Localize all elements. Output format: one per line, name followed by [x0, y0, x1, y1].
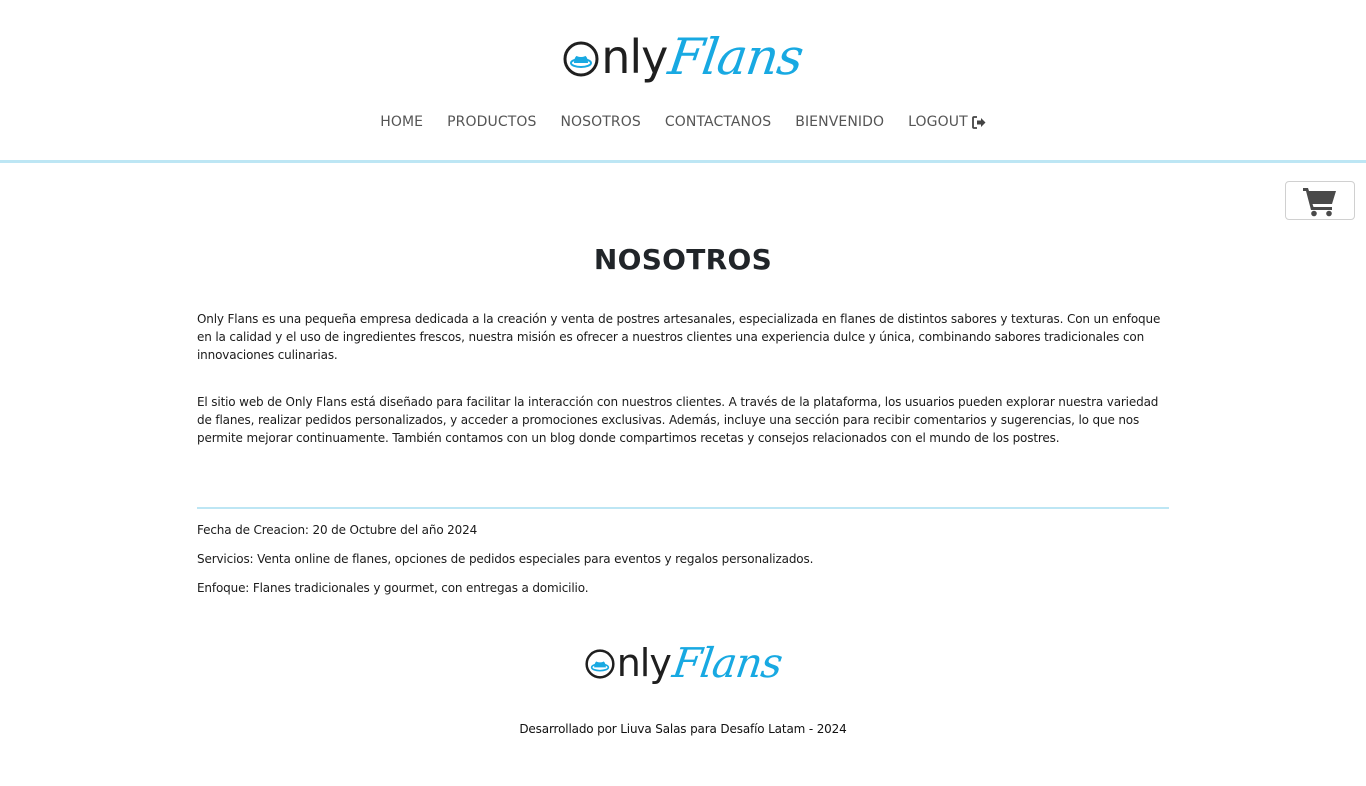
nav-nosotros[interactable]: NOSOTROS	[560, 114, 640, 130]
footer-credit: Desarrollado por Liuva Salas para Desafí…	[519, 722, 847, 736]
nav-bienvenido[interactable]: BIENVENIDO	[795, 114, 884, 130]
main-nav: HOME PRODUCTOS NOSOTROS CONTACTANOS BIEN…	[0, 114, 1366, 130]
nav-logout[interactable]: LOGOUT	[908, 114, 986, 130]
logo-only-label: nly	[601, 30, 668, 84]
about-paragraph-2: El sitio web de Only Flans está diseñado…	[197, 395, 1159, 445]
info-fecha: Fecha de Creacion: 20 de Octubre del año…	[197, 523, 478, 537]
shopping-cart-icon	[1303, 187, 1336, 216]
flan-o-icon	[563, 41, 599, 77]
nav-contactanos[interactable]: CONTACTANOS	[665, 114, 771, 130]
about-paragraph-1: Only Flans es una pequeña empresa dedica…	[197, 312, 1161, 362]
nav-logout-label: LOGOUT	[908, 114, 968, 130]
nav-home[interactable]: HOME	[380, 114, 423, 130]
cart-button[interactable]	[1285, 181, 1355, 220]
footer-logo-only-text: nly	[585, 641, 672, 685]
nav-productos[interactable]: PRODUCTOS	[447, 114, 536, 130]
logo-only-text: nly	[563, 30, 668, 84]
sign-out-icon	[971, 115, 986, 129]
footer-logo-flans-text: Flans	[669, 639, 785, 687]
footer-logo-container: nly Flans	[0, 632, 1366, 687]
logo-container: nly Flans	[0, 20, 1366, 86]
info-enfoque: Enfoque: Flanes tradicionales y gourmet,…	[197, 581, 589, 595]
info-servicios: Servicios: Venta online de flanes, opcio…	[197, 552, 814, 566]
logo-flans-text: Flans	[665, 28, 807, 86]
section-divider	[197, 507, 1169, 509]
site-header: nly Flans HOME PRODUCTOS NOSOTROS CONTAC…	[0, 0, 1366, 163]
footer-logo: nly Flans	[585, 632, 785, 687]
flan-o-icon	[585, 649, 615, 679]
about-section: NOSOTROS Only Flans es una pequeña empre…	[197, 163, 1169, 595]
footer-logo-only-label: nly	[616, 641, 672, 685]
page-title: NOSOTROS	[593, 243, 773, 276]
site-logo[interactable]: nly Flans	[563, 20, 807, 86]
